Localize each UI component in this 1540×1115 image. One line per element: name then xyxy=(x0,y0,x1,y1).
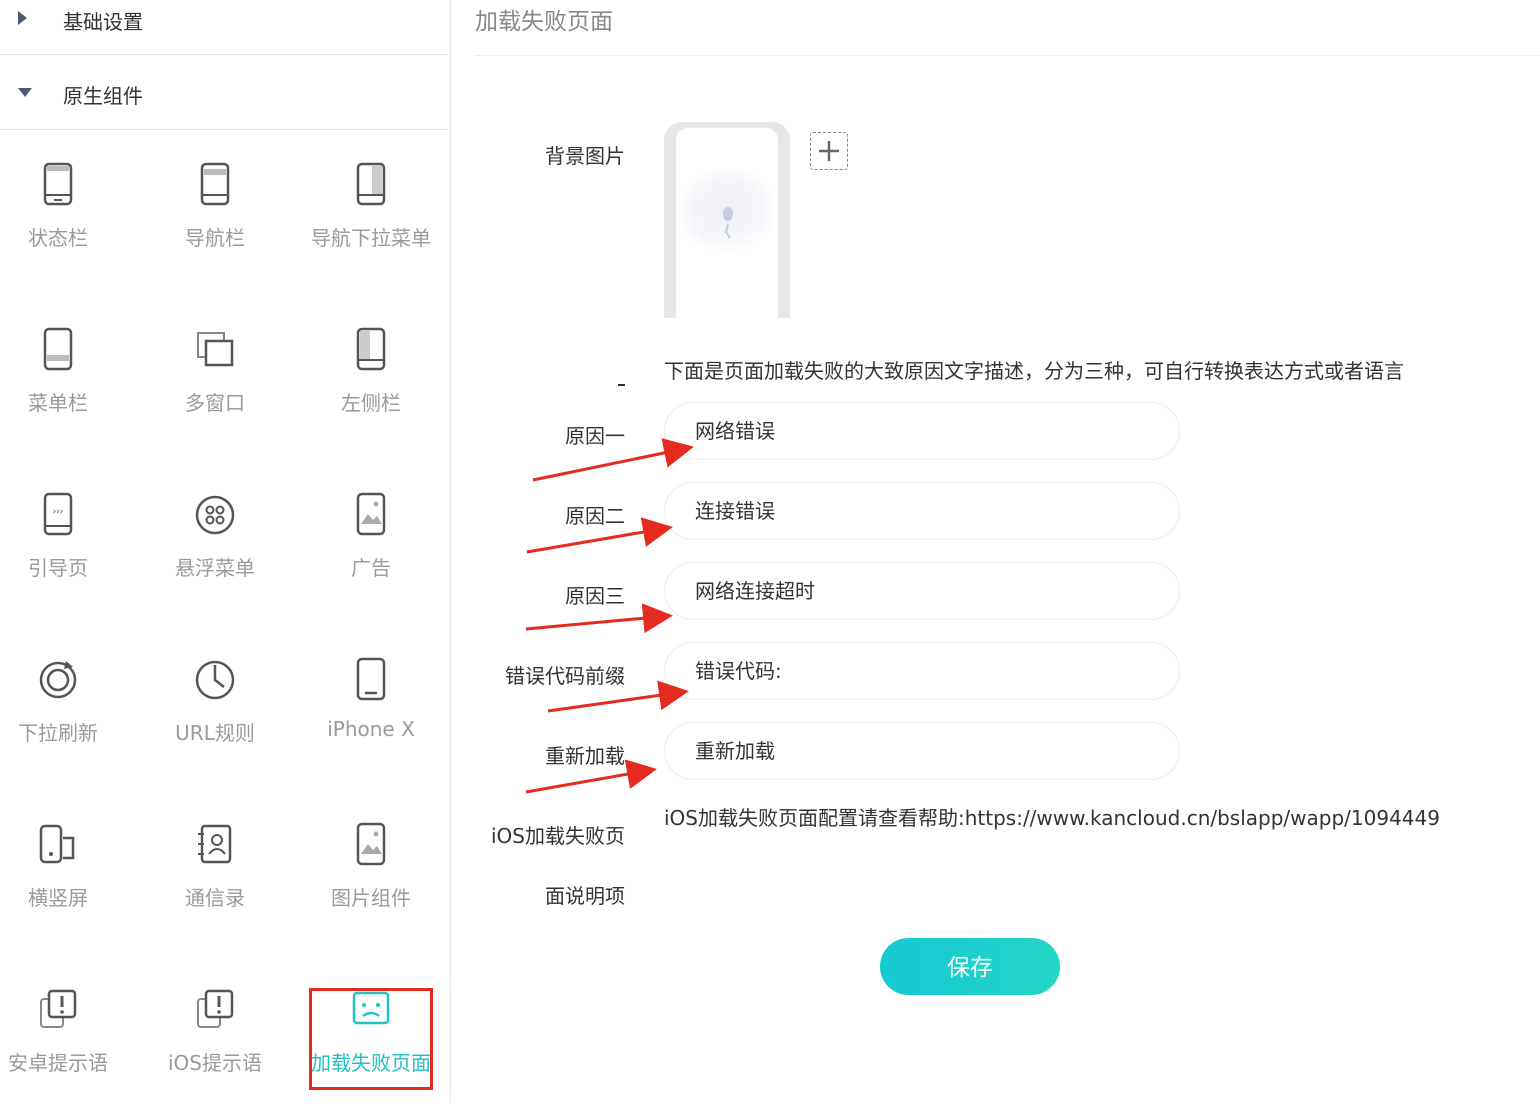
reason-two-label: 原因二 xyxy=(565,504,625,528)
error-code-prefix-input[interactable]: 错误代码: xyxy=(664,642,1180,700)
page-title: 加载失败页面 xyxy=(475,9,613,35)
save-button[interactable]: 保存 xyxy=(880,938,1060,995)
add-image-button[interactable] xyxy=(810,132,848,170)
sidebar-item-image-component[interactable]: 图片组件 xyxy=(293,820,449,950)
background-image-label: 背景图片 xyxy=(545,144,625,168)
android-tip-icon xyxy=(40,989,77,1028)
sidebar-item-label: 下拉刷新 xyxy=(18,721,98,745)
sidebar-item-label: 引导页 xyxy=(28,556,88,580)
plus-icon xyxy=(819,141,839,161)
dash-mark xyxy=(618,384,625,386)
sidebar-item-iphone-x[interactable]: iPhone X xyxy=(293,655,449,785)
divider xyxy=(475,55,1540,56)
sidebar-item-label: 悬浮菜单 xyxy=(175,556,255,580)
sidebar-item-pull-refresh[interactable]: 下拉刷新 xyxy=(0,655,136,785)
reason-three-input[interactable]: 网络连接超时 xyxy=(664,562,1180,620)
sidebar-item-label: 横竖屏 xyxy=(28,886,88,910)
caret-down-icon xyxy=(18,88,32,97)
sidebar-item-guide-page[interactable]: ››› 引导页 xyxy=(0,490,136,620)
sidebar-item-multi-window[interactable]: 多窗口 xyxy=(137,325,293,455)
guide-page-icon: ››› xyxy=(43,492,73,536)
sidebar-item-label: 左侧栏 xyxy=(341,391,401,415)
left-sidebar-icon xyxy=(356,327,386,371)
nav-bar-icon xyxy=(200,162,230,206)
section-basic-settings[interactable]: 基础设置 xyxy=(0,0,450,55)
ad-icon xyxy=(356,492,386,536)
ios-explanation-label-line2: 面说明项 xyxy=(545,884,625,908)
reason-one-label: 原因一 xyxy=(565,424,625,448)
arrow-reason-one xyxy=(532,438,694,482)
ios-help-text: iOS加载失败页面配置请查看帮助:https://www.kancloud.cn… xyxy=(664,806,1440,830)
arrow-reason-three xyxy=(525,603,673,634)
sidebar-item-label: iOS提示语 xyxy=(168,1051,262,1075)
sidebar-item-nav-bar[interactable]: 导航栏 xyxy=(137,160,293,290)
sidebar-item-label: 菜单栏 xyxy=(28,391,88,415)
phone-screen xyxy=(676,128,778,318)
arrow-error-code xyxy=(547,680,689,713)
arrow-reload xyxy=(525,759,657,794)
arrow-reason-two xyxy=(526,517,673,554)
sidebar-item-label: URL规则 xyxy=(175,721,255,745)
error-code-prefix-label: 错误代码前缀 xyxy=(505,664,625,688)
sidebar-item-nav-dropdown[interactable]: 导航下拉菜单 xyxy=(293,160,449,290)
svg-text:›››: ››› xyxy=(53,507,64,517)
caret-right-icon xyxy=(18,11,27,25)
nav-dropdown-icon xyxy=(356,162,386,206)
reason-one-input[interactable]: 网络错误 xyxy=(664,402,1180,460)
iphone-x-icon xyxy=(356,657,386,701)
sidebar-item-ad[interactable]: 广告 xyxy=(293,490,449,620)
sidebar-item-floating-menu[interactable]: 悬浮菜单 xyxy=(137,490,293,620)
contacts-icon xyxy=(198,824,232,864)
sidebar-item-label: 状态栏 xyxy=(28,226,88,250)
ios-explanation-label-line1: iOS加载失败页 xyxy=(491,824,625,848)
sidebar-item-label: 导航下拉菜单 xyxy=(311,226,431,250)
reasons-description: 下面是页面加载失败的大致原因文字描述，分为三种，可自行转换表达方式或者语言 xyxy=(664,359,1404,383)
reload-input[interactable]: 重新加载 xyxy=(664,722,1180,780)
sidebar-item-label: 多窗口 xyxy=(185,391,245,415)
sidebar-item-ios-tip[interactable]: iOS提示语 xyxy=(137,985,293,1115)
status-bar-icon xyxy=(43,162,73,206)
ios-tip-icon xyxy=(197,989,234,1028)
section-native-components[interactable]: 原生组件 xyxy=(0,55,450,130)
reason-two-input[interactable]: 连接错误 xyxy=(664,482,1180,540)
background-image-preview[interactable] xyxy=(664,122,790,318)
image-component-icon xyxy=(356,822,386,866)
sidebar-item-label: 安卓提示语 xyxy=(8,1051,108,1075)
sidebar-item-label: 图片组件 xyxy=(331,886,411,910)
sidebar-item-contacts[interactable]: 通信录 xyxy=(137,820,293,950)
sidebar-item-menu-bar[interactable]: 菜单栏 xyxy=(0,325,136,455)
sidebar-item-label: 导航栏 xyxy=(185,226,245,250)
multi-window-icon xyxy=(197,332,234,367)
orientation-icon xyxy=(39,824,75,864)
url-rule-icon xyxy=(195,660,235,700)
sidebar-item-orientation[interactable]: 横竖屏 xyxy=(0,820,136,950)
annotation-highlight-box xyxy=(309,988,433,1090)
sidebar-item-android-tip[interactable]: 安卓提示语 xyxy=(0,985,136,1115)
reload-label: 重新加载 xyxy=(545,744,625,768)
sidebar-item-label: 广告 xyxy=(351,556,391,580)
sidebar: 基础设置 原生组件 状态栏 导航栏 导航下拉菜单 菜单栏 多窗口 左侧栏 ›››… xyxy=(0,0,451,1103)
pull-refresh-icon xyxy=(39,661,77,699)
sidebar-item-label: 通信录 xyxy=(185,886,245,910)
reason-three-label: 原因三 xyxy=(565,584,625,608)
broken-link-icon xyxy=(723,207,733,239)
menu-bar-icon xyxy=(43,327,73,371)
sidebar-item-left-sidebar[interactable]: 左侧栏 xyxy=(293,325,449,455)
sidebar-item-status-bar[interactable]: 状态栏 xyxy=(0,160,136,290)
section-label: 基础设置 xyxy=(63,10,143,34)
sidebar-item-url-rule[interactable]: URL规则 xyxy=(137,655,293,785)
sidebar-item-label: iPhone X xyxy=(327,717,415,741)
section-label: 原生组件 xyxy=(63,84,143,108)
floating-menu-icon xyxy=(195,495,235,535)
